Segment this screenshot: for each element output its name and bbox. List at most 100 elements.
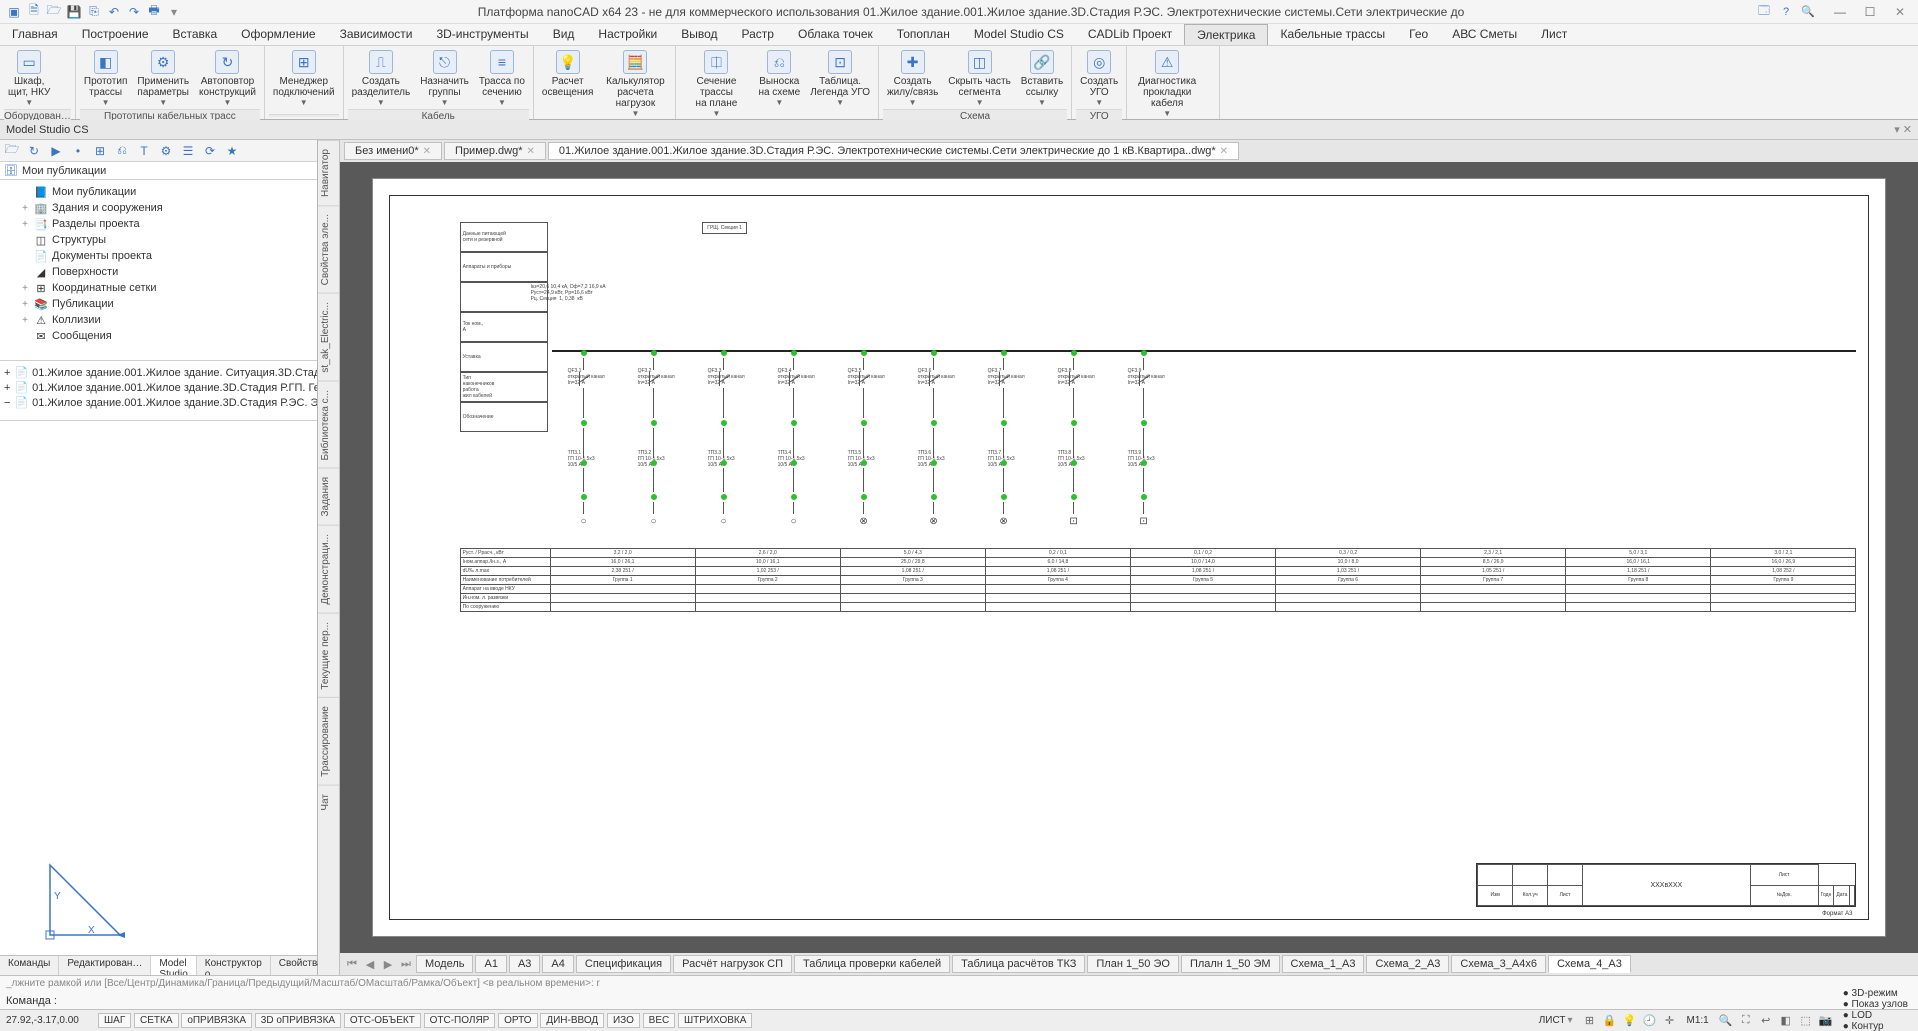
save-icon[interactable]: 💾 [66,4,82,20]
status-lock-icon[interactable]: 🔒 [1602,1014,1616,1028]
qat-dropdown-icon[interactable]: ▾ [166,4,182,20]
vertical-tab[interactable]: Свойства эле... [318,205,339,293]
status-right-toggle[interactable]: ● Показ узлов [1839,999,1912,1010]
status-toggle[interactable]: СЕТКА [134,1013,179,1028]
print-icon[interactable]: 🖶 [146,4,162,20]
menu-tab-Вывод[interactable]: Вывод [669,24,729,45]
paper-toggle[interactable]: ЛИСТ ▾ [1535,1015,1577,1026]
tree-item[interactable]: +📑Разделы проекта [18,216,315,232]
ribbon-button[interactable]: 🔗Вставитьссылку▼ [1017,48,1067,109]
layout-tab[interactable]: Спецификация [576,955,671,973]
sidebar-tb-icon[interactable]: ★ [224,143,240,159]
menu-tab-Электрика[interactable]: Электрика [1184,24,1268,45]
menu-tab-Топоплан[interactable]: Топоплан [885,24,962,45]
ribbon-button[interactable]: 🧮Калькуляторрасчета нагрузок▼ [599,48,671,120]
status-bulb-icon[interactable]: 💡 [1622,1014,1636,1028]
saveall-icon[interactable]: ⎘ [86,4,102,20]
layout-nav-first[interactable]: ⏮ [344,958,360,971]
drawing-canvas[interactable]: Данные питающейсети и резервнойАппараты … [340,162,1918,953]
menu-tab-Вставка[interactable]: Вставка [161,24,230,45]
status-zoom-in-icon[interactable]: 🔍 [1719,1014,1733,1028]
undo-icon[interactable]: ↶ [106,4,122,20]
tree-item[interactable]: +🏢Здания и сооружения [18,200,315,216]
tree-item[interactable]: +⚠Коллизии [18,312,315,328]
sidebar-tb-icon[interactable]: ⚙ [158,143,174,159]
sidebar-tb-icon[interactable]: T [136,143,152,159]
tree-root[interactable]: 🗄 Мои публикации [0,162,317,180]
sidebar-tb-icon[interactable]: ☰ [180,143,196,159]
close-button[interactable]: ✕ [1886,2,1914,22]
ribbon-button[interactable]: ✚Создатьжилу/связь▼ [883,48,942,109]
layout-tab[interactable]: Таблица расчётов ТКЗ [952,955,1085,973]
ribbon-button[interactable]: ⎌Выноскана схеме▼ [754,48,804,109]
vertical-tab[interactable]: Задания [318,468,339,525]
menu-tab-АВС Сметы[interactable]: АВС Сметы [1440,24,1529,45]
new-icon[interactable]: 🗎 [26,4,42,20]
ribbon-button[interactable]: ⎋Назначитьгруппы▼ [416,48,473,109]
status-iso-icon[interactable]: ◧ [1779,1014,1793,1028]
ribbon-button[interactable]: ◎СоздатьУГО▼ [1076,48,1122,109]
menu-tab-Построение[interactable]: Построение [70,24,161,45]
status-toggle[interactable]: ОТС-ОБЪЕКТ [344,1013,421,1028]
command-input[interactable] [61,995,1912,1007]
status-cam-icon[interactable]: 📷 [1819,1014,1833,1028]
menu-tab-Лист[interactable]: Лист [1529,24,1579,45]
vertical-tab[interactable]: Навигатор [318,140,339,205]
open-icon[interactable]: 🗁 [46,4,62,20]
sidebar-tb-icon[interactable]: 🗁 [4,143,20,159]
status-right-toggle[interactable]: ● 3D-режим [1839,988,1912,999]
tab-close-icon[interactable]: ✕ [423,146,431,157]
tree-item[interactable]: +⊞Координатные сетки [18,280,315,296]
vertical-tab[interactable]: st_ak_Electric... [318,293,339,381]
sidebar-tb-icon[interactable]: ↻ [26,143,42,159]
scale-display[interactable]: M1:1 [1682,1015,1712,1026]
status-right-toggle[interactable]: ● LOD [1839,1010,1912,1021]
layout-tab[interactable]: Модель [416,955,473,973]
sidebar-tb-icon[interactable]: • [70,143,86,159]
sidebar-bottom-tab[interactable]: Конструктор о… [197,956,271,975]
layout-tab[interactable]: Схема_2_A3 [1366,955,1449,973]
vertical-tab[interactable]: Чат [318,785,339,819]
status-grid-icon[interactable]: ⊞ [1582,1014,1596,1028]
search-icon[interactable]: 🔍 [1798,2,1818,22]
status-right-toggle[interactable]: ● Контур [1839,1021,1912,1031]
vertical-tab[interactable]: Библиотека с... [318,381,339,469]
tab-close-icon[interactable]: ✕ [527,146,535,157]
redo-icon[interactable]: ↷ [126,4,142,20]
tab-close-icon[interactable]: ✕ [1220,146,1228,157]
minimize-button[interactable]: — [1826,2,1854,22]
menu-tab-Оформление[interactable]: Оформление [229,24,327,45]
status-zoom-ext-icon[interactable]: ⛶ [1739,1014,1753,1028]
layout-tab[interactable]: Расчёт нагрузок СП [673,955,792,973]
ribbon-button[interactable]: ⊡Таблица.Легенда УГО▼ [806,48,874,109]
vertical-tab[interactable]: Текущие пер... [318,613,339,698]
menu-tab-Растр[interactable]: Растр [730,24,786,45]
vertical-tab[interactable]: Демонстраци... [318,525,339,613]
layout-tab[interactable]: Таблица проверки кабелей [794,955,950,973]
menu-tab-Зависимости[interactable]: Зависимости [328,24,425,45]
status-toggle[interactable]: ОТС-ПОЛЯР [424,1013,496,1028]
maximize-button[interactable]: ☐ [1856,2,1884,22]
layout-tab[interactable]: Плалн 1_50 ЭМ [1181,955,1280,973]
ribbon-button[interactable]: ▭Шкаф,щит, НКУ▼ [4,48,54,109]
status-cube-icon[interactable]: ⬚ [1799,1014,1813,1028]
layout-tab[interactable]: A3 [509,955,540,973]
status-toggle[interactable]: ОРТО [498,1013,537,1028]
sidebar-tb-icon[interactable]: ⟳ [202,143,218,159]
menu-tab-Кабельные трассы[interactable]: Кабельные трассы [1268,24,1397,45]
status-toggle[interactable]: оПРИВЯЗКА [181,1013,252,1028]
ribbon-button[interactable]: ↻Автоповторконструкций▼ [195,48,260,109]
tree-item[interactable]: ✉Сообщения [18,328,315,344]
menu-tab-Вид[interactable]: Вид [541,24,587,45]
sidebar-tb-icon[interactable]: ⊞ [92,143,108,159]
file-item[interactable]: +📄01.Жилое здание.001.Жилое здание.3D.Ст… [2,380,315,395]
status-toggle[interactable]: ДИН-ВВОД [540,1013,604,1028]
layout-tab[interactable]: Схема_4_A3 [1548,955,1631,973]
document-tab[interactable]: Без имени0*✕ [344,142,442,160]
file-item[interactable]: +📄01.Жилое здание.001.Жилое здание. Ситу… [2,365,315,380]
ribbon-button[interactable]: ◫Скрыть частьсегмента▼ [944,48,1014,109]
ribbon-button[interactable]: ⊞Менеджерподключений▼ [269,48,339,109]
layout-nav-prev[interactable]: ◀ [362,958,378,971]
tree-item[interactable]: 📘Мои публикации [18,184,315,200]
panel-close-icon[interactable]: ▾ ✕ [1894,123,1912,136]
